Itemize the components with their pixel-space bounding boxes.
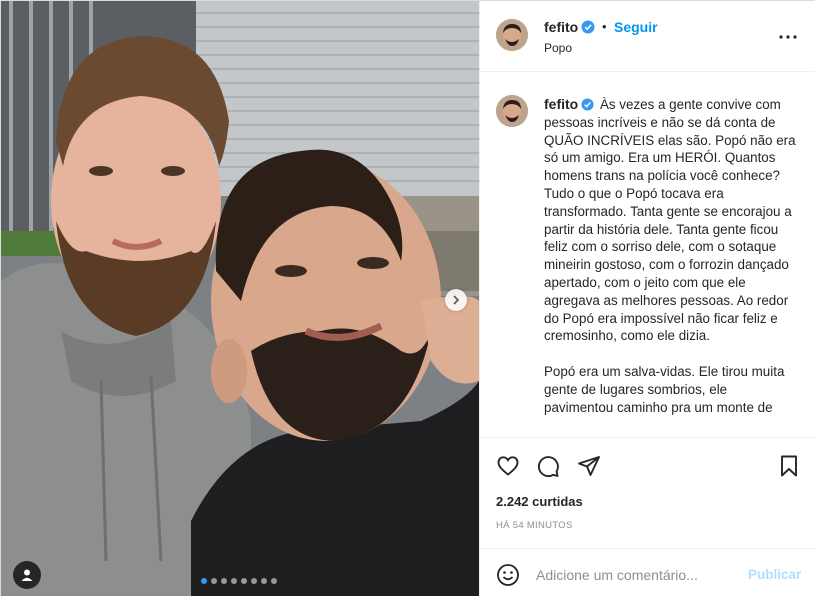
post-caption: fefito Às vezes a gente convive com pess… bbox=[544, 96, 800, 434]
verified-badge-icon bbox=[581, 98, 594, 111]
carousel-dot bbox=[241, 578, 247, 584]
comments-section[interactable]: fefito Às vezes a gente convive com pess… bbox=[480, 73, 815, 437]
separator-dot: • bbox=[602, 19, 607, 34]
avatar-image bbox=[496, 95, 528, 127]
user-tag-icon bbox=[21, 569, 33, 581]
add-comment-bar: Publicar bbox=[480, 548, 815, 596]
smiley-icon[interactable] bbox=[496, 563, 520, 587]
carousel-dot bbox=[201, 578, 207, 584]
caption-username-text: fefito bbox=[544, 96, 579, 112]
verified-badge-icon bbox=[581, 20, 595, 34]
carousel-dot bbox=[251, 578, 257, 584]
avatar[interactable] bbox=[496, 19, 528, 51]
heart-icon[interactable] bbox=[496, 454, 520, 478]
more-options-icon[interactable] bbox=[776, 27, 800, 47]
next-photo-button[interactable] bbox=[445, 289, 467, 311]
caption-avatar[interactable] bbox=[496, 95, 528, 127]
selfie-photo bbox=[1, 1, 479, 596]
carousel-dot bbox=[211, 578, 217, 584]
like-count[interactable]: 2.242 curtidas bbox=[496, 494, 583, 509]
carousel-indicator bbox=[201, 578, 277, 584]
post-side-panel: fefito • Seguir Popo fefito Às vezes a g… bbox=[479, 1, 815, 596]
username-link[interactable]: fefito bbox=[544, 19, 595, 35]
comment-bubble-icon[interactable] bbox=[536, 454, 560, 478]
caption-username[interactable]: fefito bbox=[544, 96, 594, 112]
comment-input[interactable] bbox=[536, 563, 736, 587]
carousel-dot bbox=[221, 578, 227, 584]
post-header: fefito • Seguir Popo bbox=[480, 1, 815, 72]
publish-button[interactable]: Publicar bbox=[748, 567, 801, 582]
caption-paragraph: Às vezes a gente convive com pessoas inc… bbox=[544, 97, 796, 344]
carousel-dot bbox=[271, 578, 277, 584]
chevron-right-icon bbox=[453, 295, 460, 305]
post-actions: 2.242 curtidas HÁ 54 MINUTOS Publicar bbox=[480, 437, 815, 587]
follow-button[interactable]: Seguir bbox=[614, 19, 658, 35]
carousel-dot bbox=[261, 578, 267, 584]
avatar-image bbox=[496, 19, 528, 51]
post-timestamp[interactable]: HÁ 54 MINUTOS bbox=[496, 520, 573, 531]
post-dialog: fefito • Seguir Popo fefito Às vezes a g… bbox=[0, 0, 815, 596]
post-photo[interactable] bbox=[1, 1, 479, 596]
username-text: fefito bbox=[544, 19, 579, 35]
location-link[interactable]: Popo bbox=[544, 41, 572, 55]
bookmark-icon[interactable] bbox=[777, 454, 801, 478]
paper-plane-icon[interactable] bbox=[577, 454, 601, 478]
carousel-dot bbox=[231, 578, 237, 584]
tagged-users-button[interactable] bbox=[13, 561, 41, 589]
caption-paragraph: Popó era um salva-vidas. Ele tirou muita… bbox=[544, 363, 785, 415]
